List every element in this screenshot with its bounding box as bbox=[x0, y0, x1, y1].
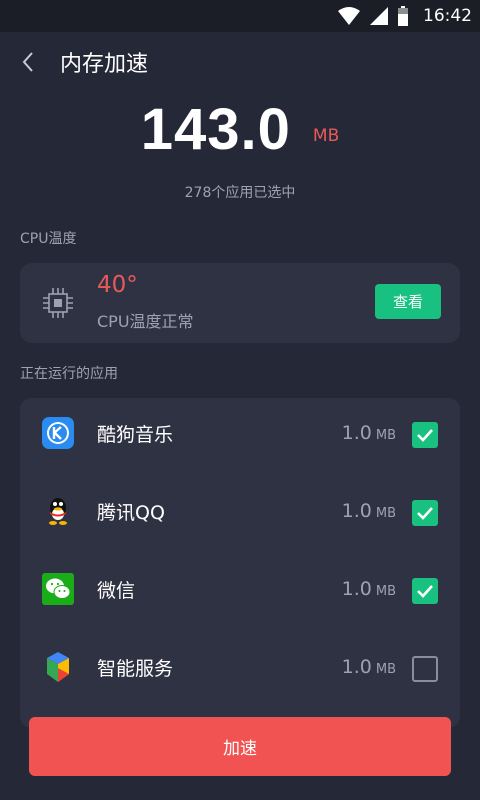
app-size-unit: MB bbox=[375, 584, 396, 599]
checkmark-icon bbox=[417, 507, 433, 520]
running-apps-section-label: 正在运行的应用 bbox=[20, 366, 118, 382]
app-bar: 内存加速 bbox=[0, 32, 480, 92]
signal-icon bbox=[370, 7, 388, 25]
kugou-icon bbox=[42, 417, 74, 449]
page-title: 内存加速 bbox=[60, 52, 149, 77]
back-arrow-icon[interactable] bbox=[16, 49, 42, 75]
memory-value: 143.0 bbox=[140, 97, 291, 162]
app-checkbox-checked[interactable] bbox=[412, 422, 438, 448]
app-size-unit: MB bbox=[375, 662, 396, 677]
app-name: 微信 bbox=[97, 580, 136, 602]
status-bar: 16:42 bbox=[0, 0, 480, 32]
status-time: 16:42 bbox=[423, 6, 472, 26]
view-cpu-button[interactable]: 查看 bbox=[375, 284, 441, 319]
app-size-unit: MB bbox=[375, 506, 396, 521]
memory-amount: 143.0 MB bbox=[0, 96, 480, 176]
app-name: 腾讯QQ bbox=[97, 502, 165, 524]
app-row-smart-service[interactable]: 智能服务 1.0 MB bbox=[20, 632, 460, 710]
wifi-icon bbox=[338, 7, 360, 25]
app-size-value: 1.0 bbox=[341, 500, 372, 522]
app-size: 1.0 MB bbox=[342, 500, 396, 522]
cpu-temperature-status: CPU温度正常 bbox=[97, 312, 194, 331]
running-apps-card: 酷狗音乐 1.0 MB 腾讯QQ 1.0 MB 微信 1.0 MB 智能服务 1… bbox=[20, 398, 460, 728]
app-name: 智能服务 bbox=[97, 658, 174, 680]
app-size-value: 1.0 bbox=[341, 656, 372, 678]
battery-icon bbox=[398, 6, 408, 26]
cpu-section-label: CPU温度 bbox=[20, 231, 77, 247]
app-row-wechat[interactable]: 微信 1.0 MB bbox=[20, 554, 460, 632]
app-size: 1.0 MB bbox=[342, 422, 396, 444]
checkmark-icon bbox=[417, 585, 433, 598]
app-size: 1.0 MB bbox=[342, 578, 396, 600]
app-size-unit: MB bbox=[375, 428, 396, 443]
accelerate-button[interactable]: 加速 bbox=[29, 717, 451, 776]
app-checkbox-unchecked[interactable] bbox=[412, 656, 438, 682]
wechat-icon bbox=[42, 573, 74, 605]
selected-apps-count: 278个应用已选中 bbox=[184, 185, 296, 201]
app-checkbox-checked[interactable] bbox=[412, 500, 438, 526]
app-size: 1.0 MB bbox=[342, 656, 396, 678]
smart-service-icon bbox=[47, 652, 69, 682]
qq-icon bbox=[49, 498, 67, 525]
app-name: 酷狗音乐 bbox=[97, 424, 174, 446]
cpu-card: 40° CPU温度正常 查看 bbox=[20, 263, 460, 343]
app-checkbox-checked[interactable] bbox=[412, 578, 438, 604]
checkmark-icon bbox=[417, 429, 433, 442]
cpu-temperature: 40° bbox=[97, 272, 138, 298]
app-size-value: 1.0 bbox=[341, 422, 372, 444]
app-row-kugou[interactable]: 酷狗音乐 1.0 MB bbox=[20, 398, 460, 476]
app-row-qq[interactable]: 腾讯QQ 1.0 MB bbox=[20, 476, 460, 554]
app-size-value: 1.0 bbox=[341, 578, 372, 600]
cpu-chip-icon bbox=[43, 288, 73, 318]
memory-unit: MB bbox=[312, 126, 340, 146]
status-icons: 16:42 bbox=[337, 0, 472, 32]
